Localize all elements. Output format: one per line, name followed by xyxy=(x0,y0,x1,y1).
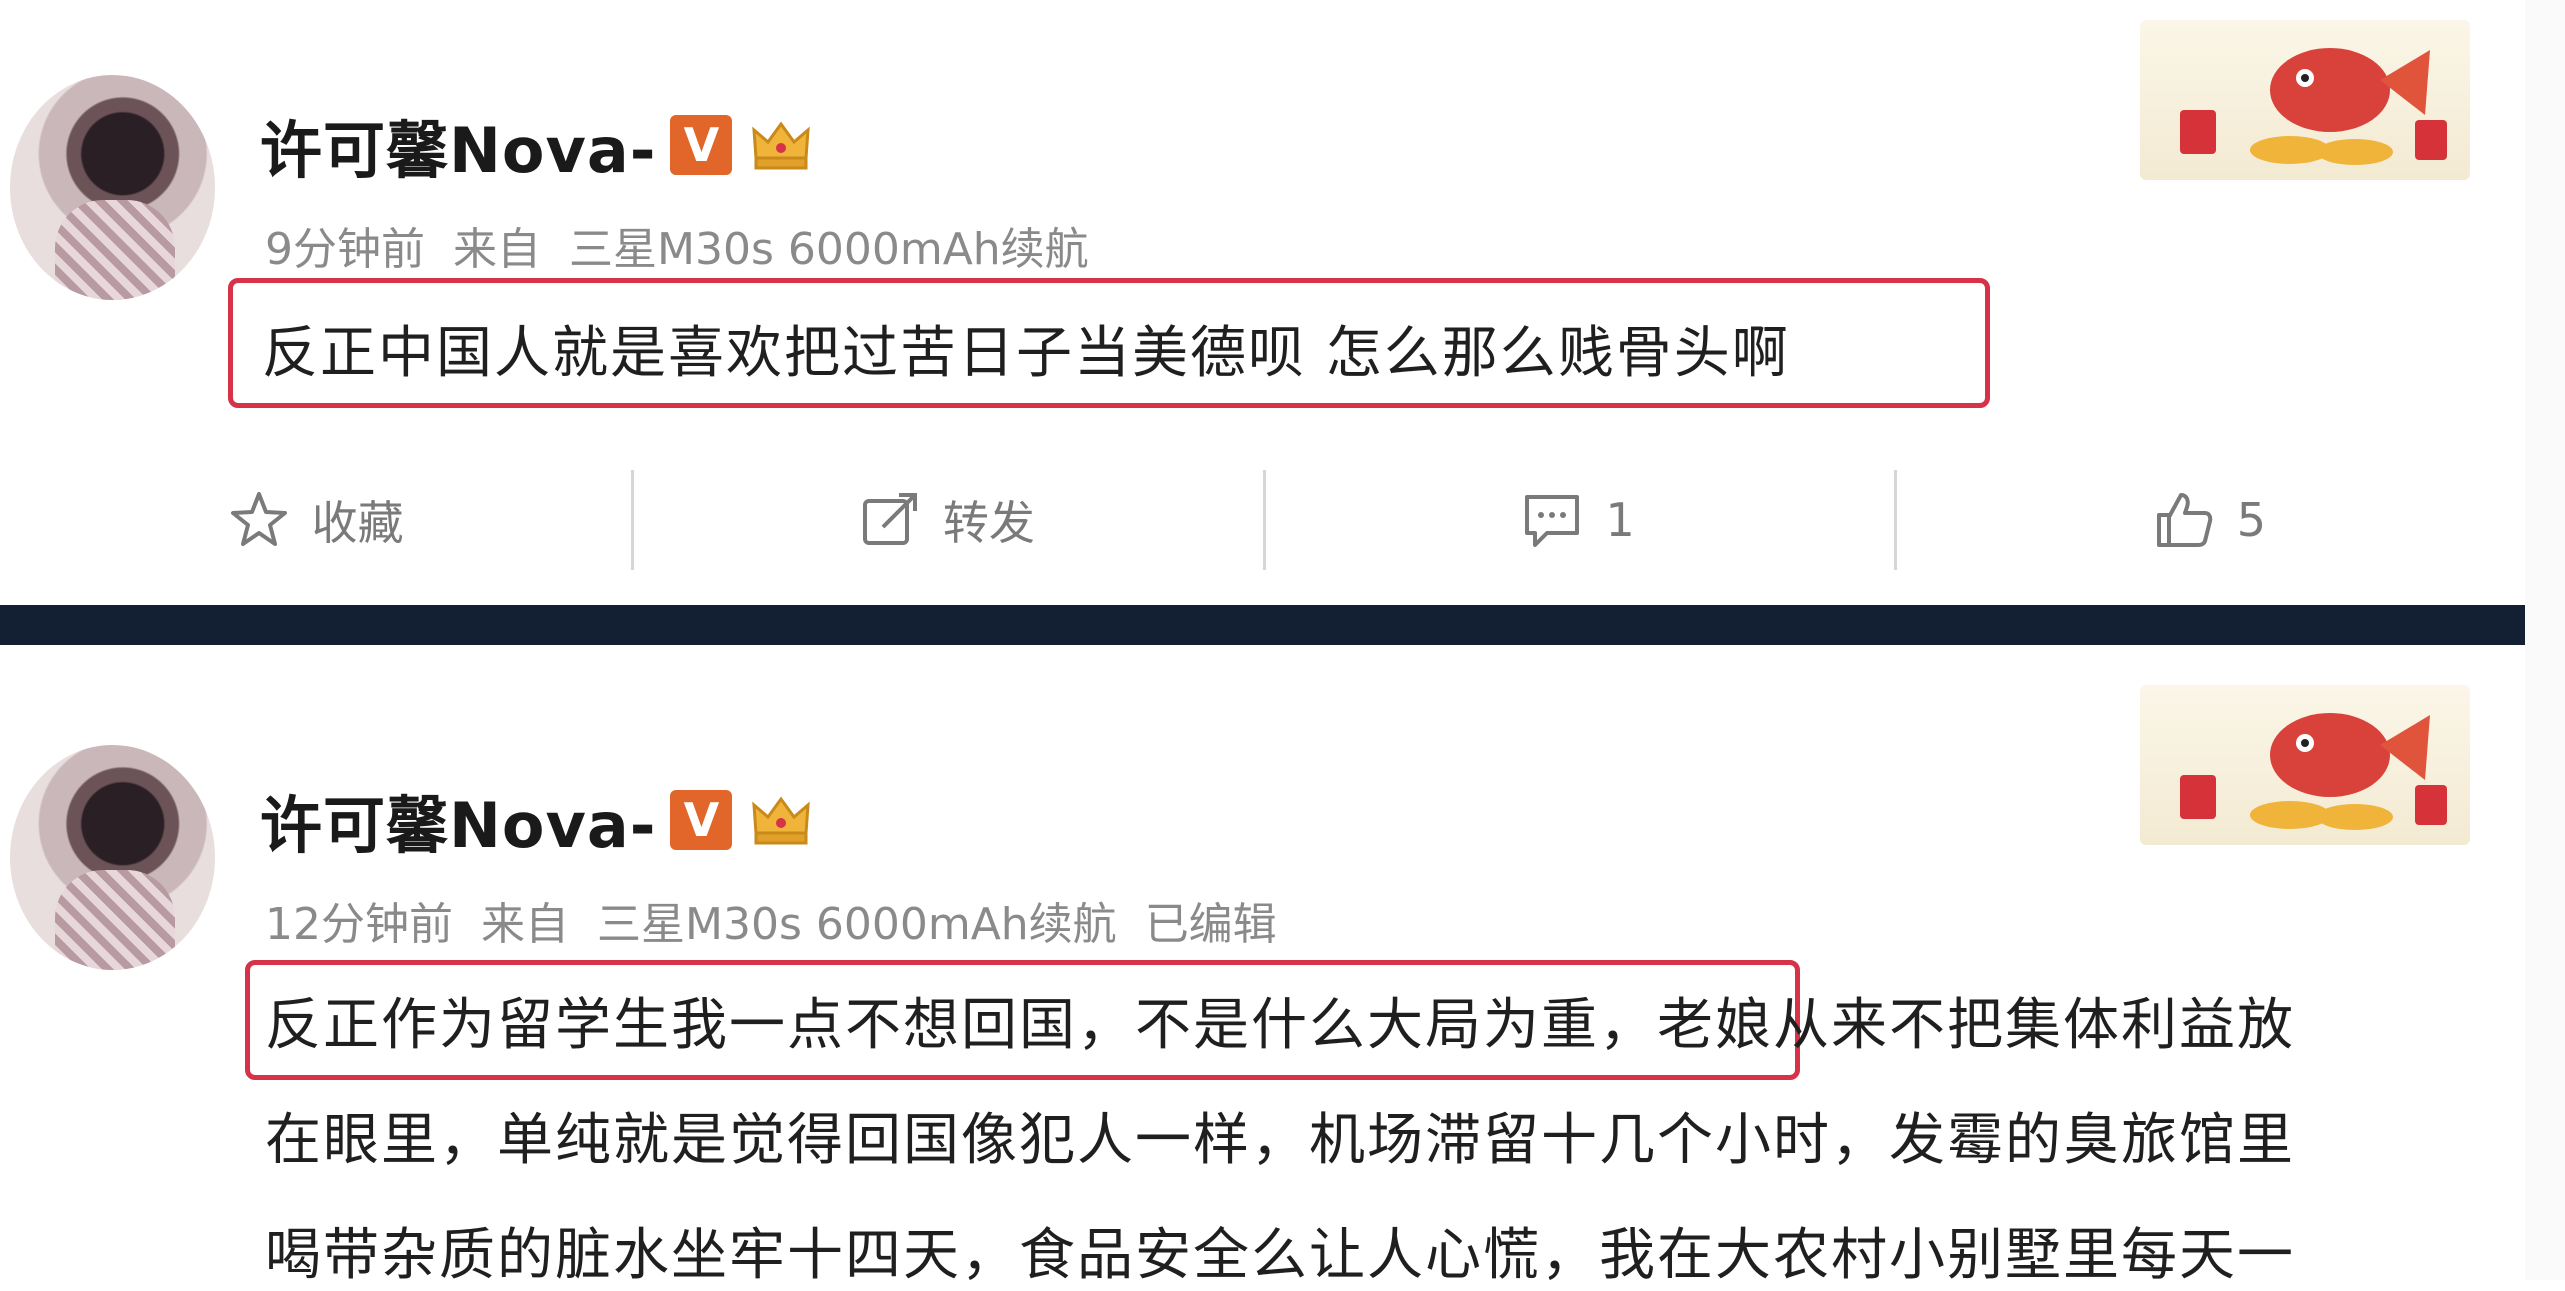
username[interactable]: 许可馨Nova- xyxy=(260,775,656,865)
device-source[interactable]: 三星M30s 6000mAh续航 xyxy=(597,899,1117,950)
comment-count: 1 xyxy=(1605,493,1635,547)
favorite-button[interactable]: 收藏 xyxy=(0,460,631,580)
avatar[interactable] xyxy=(10,75,215,300)
crown-icon xyxy=(748,114,814,176)
post-text-line: 在眼里，单纯就是觉得回国像犯人一样，机场滞留十几个小时，发霉的臭旅馆里 xyxy=(265,1108,2295,1173)
like-button[interactable]: 5 xyxy=(1893,460,2525,580)
verified-badge: V xyxy=(670,790,733,850)
comment-icon xyxy=(1525,495,1580,547)
post-text-line: 反正作为留学生我一点不想回国，不是什么大局为重，老娘从来不把集体利益放 xyxy=(265,993,2295,1058)
post-time: 9分钟前 xyxy=(265,224,425,275)
post-text: 反正中国人就是喜欢把过苦日子当美德呗 怎么那么贱骨头啊 xyxy=(262,321,1790,386)
source-prefix: 来自 xyxy=(453,224,541,275)
like-count: 5 xyxy=(2236,493,2267,547)
source-prefix: 来自 xyxy=(481,899,569,950)
repost-label: 转发 xyxy=(942,496,1035,550)
repost-button[interactable]: 转发 xyxy=(631,460,1262,580)
comment-button[interactable]: 1 xyxy=(1262,460,1894,580)
edited-label[interactable]: 已编辑 xyxy=(1145,899,1277,950)
festive-decoration xyxy=(2140,685,2470,845)
post-divider xyxy=(0,605,2525,645)
action-bar: 收藏 转发 1 5 xyxy=(0,460,2525,580)
post-meta: 12分钟前 来自 三星M30s 6000mAh续航 已编辑 xyxy=(265,888,1291,952)
thumbs-up-icon xyxy=(2156,493,2212,547)
avatar[interactable] xyxy=(10,745,215,970)
device-source[interactable]: 三星M30s 6000mAh续航 xyxy=(569,224,1089,275)
user-name-row: 许可馨Nova- V xyxy=(260,100,814,190)
festive-decoration xyxy=(2140,20,2470,180)
post-card: 许可馨Nova- V 9分钟前 来自 三星M30s 6000mAh续航 反正中国… xyxy=(0,0,2525,605)
username[interactable]: 许可馨Nova- xyxy=(260,100,656,190)
post-card: 许可馨Nova- V 12分钟前 来自 三星M30s 6000mAh续航 已编辑… xyxy=(0,655,2525,1288)
post-text-line: 喝带杂质的脏水坐牢十四天，食品安全么让人心慌，我在大农村小别墅里每天一 xyxy=(265,1223,2295,1288)
user-name-row: 许可馨Nova- V xyxy=(260,775,814,865)
crown-icon xyxy=(748,789,814,851)
post-time: 12分钟前 xyxy=(265,899,453,950)
star-icon xyxy=(230,492,287,546)
post-meta: 9分钟前 来自 三星M30s 6000mAh续航 xyxy=(265,213,1103,277)
page-edge xyxy=(2525,0,2565,1280)
verified-badge: V xyxy=(670,115,733,175)
favorite-label: 收藏 xyxy=(311,496,404,550)
repost-icon xyxy=(862,493,917,545)
